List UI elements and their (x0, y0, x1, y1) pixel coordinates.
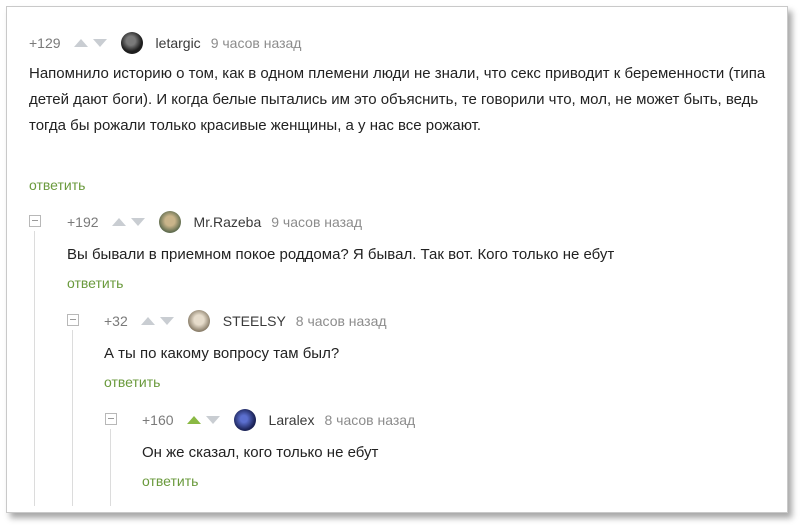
downvote-icon[interactable] (92, 39, 107, 47)
upvote-icon[interactable] (111, 218, 126, 226)
comment-header: +160 Laralex 8 часов назад (142, 409, 415, 431)
comment-rating: +192 (67, 214, 99, 230)
comment-rating: +160 (142, 412, 174, 428)
comment-rating: +129 (29, 35, 61, 51)
reply-link[interactable]: ответить (29, 177, 85, 193)
vote-controls (73, 39, 107, 47)
collapse-toggle[interactable] (105, 413, 117, 425)
avatar[interactable] (158, 211, 181, 233)
collapse-toggle[interactable] (67, 314, 79, 326)
vote-controls (111, 218, 145, 226)
downvote-icon[interactable] (159, 317, 174, 325)
username[interactable]: Mr.Razeba (194, 214, 262, 230)
comment-time[interactable]: 8 часов назад (296, 313, 387, 329)
comment-text: А ты по какому вопросу там был? (104, 345, 340, 362)
thread-line (110, 429, 111, 506)
collapse-toggle[interactable] (29, 215, 41, 227)
upvote-icon[interactable] (140, 317, 155, 325)
username[interactable]: letargic (156, 35, 201, 51)
comment-time[interactable]: 9 часов назад (211, 35, 302, 51)
comment-text: Напомнило историю о том, как в одном пле… (29, 65, 766, 134)
upvote-icon[interactable] (186, 416, 201, 424)
username[interactable]: STEELSY (223, 313, 286, 329)
comment-text: Он же сказал, кого только не ебут (142, 444, 379, 461)
comment-header: +192 Mr.Razeba 9 часов назад (67, 211, 362, 233)
comment-header: +32 STEELSY 8 часов назад (104, 310, 387, 332)
thread-line (34, 231, 35, 506)
reply-link[interactable]: ответить (67, 275, 123, 291)
avatar[interactable] (187, 310, 210, 332)
comment-rating: +32 (104, 313, 128, 329)
comment-time[interactable]: 8 часов назад (324, 412, 415, 428)
downvote-icon[interactable] (205, 416, 220, 424)
avatar[interactable] (233, 409, 256, 431)
upvote-icon[interactable] (73, 39, 88, 47)
comment-header: +129 letargic 9 часов назад (29, 32, 301, 54)
vote-controls (140, 317, 174, 325)
comment-time[interactable]: 9 часов назад (271, 214, 362, 230)
downvote-icon[interactable] (130, 218, 145, 226)
comment-thread: +129 letargic 9 часов назад Напомнило ис… (6, 6, 788, 513)
thread-line (72, 330, 73, 506)
reply-link[interactable]: ответить (142, 473, 198, 489)
comment-text: Вы бывали в приемном покое роддома? Я бы… (67, 246, 615, 263)
vote-controls (186, 416, 220, 424)
username[interactable]: Laralex (269, 412, 315, 428)
avatar[interactable] (120, 32, 143, 54)
reply-link[interactable]: ответить (104, 374, 160, 390)
